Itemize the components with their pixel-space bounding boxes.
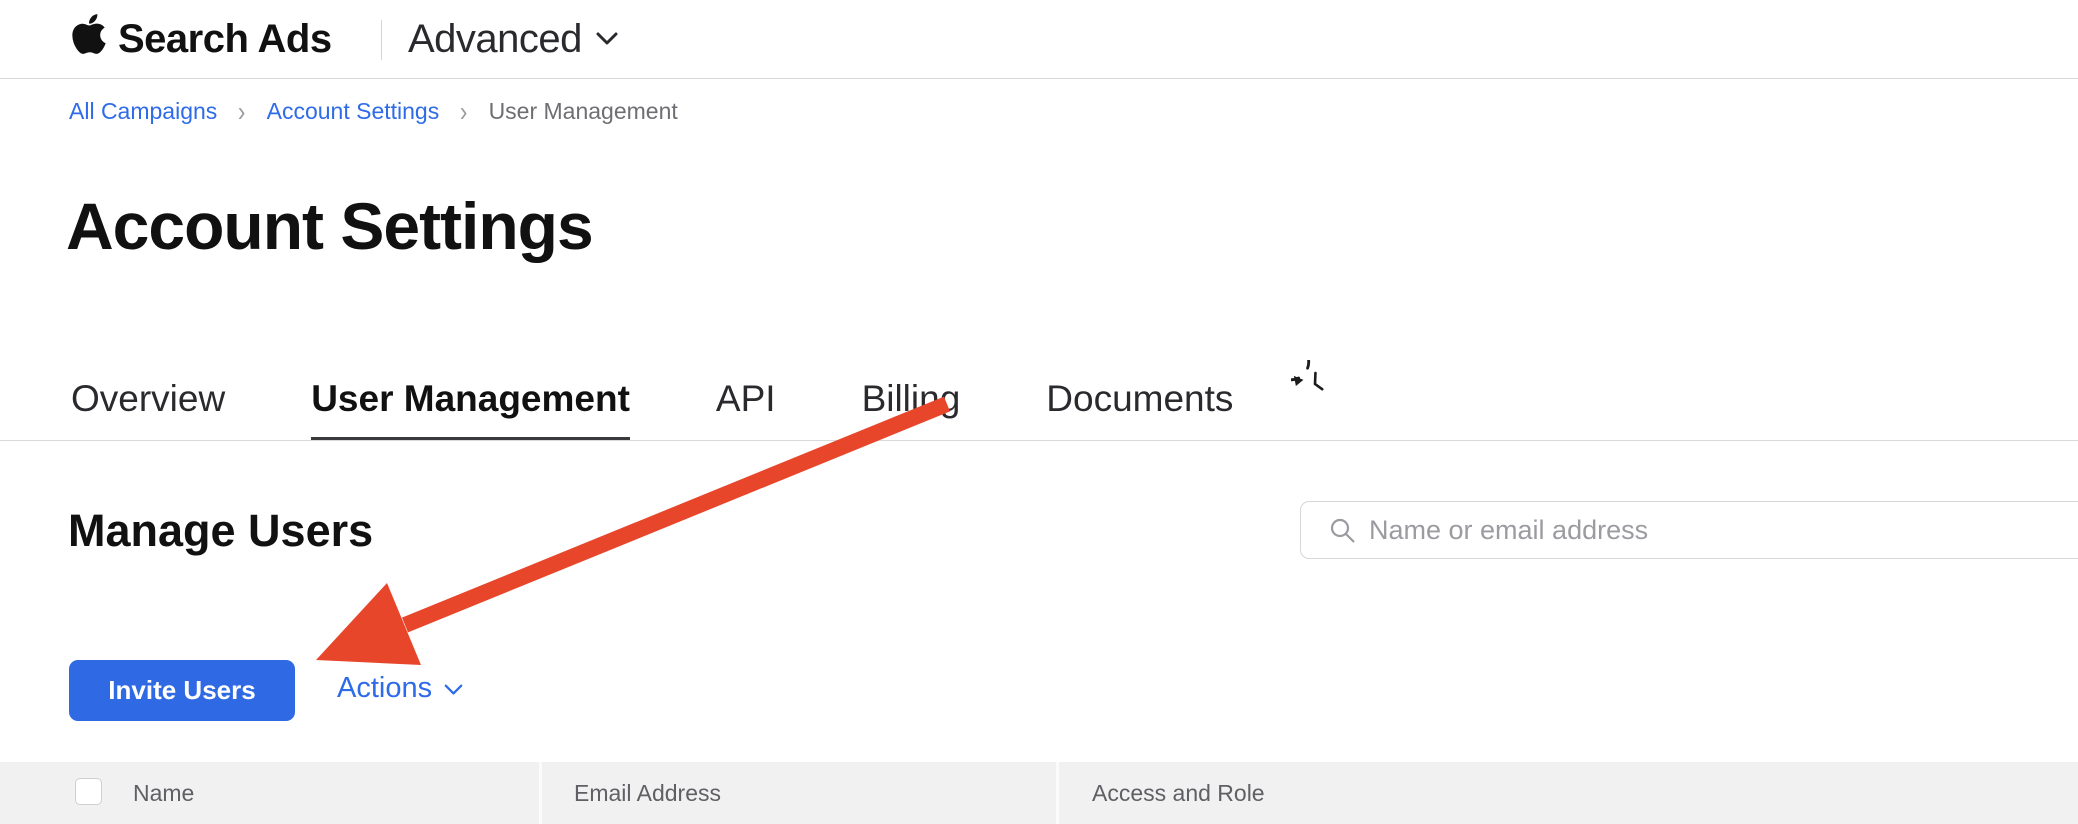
tab-bar: Overview User Management API Billing Doc… (71, 358, 1233, 440)
breadcrumb-account-settings[interactable]: Account Settings (267, 98, 440, 125)
actions-dropdown[interactable]: Actions (337, 668, 463, 708)
column-header-name: Name (133, 762, 194, 824)
product-label: Advanced (408, 17, 582, 62)
search-box (1300, 501, 2078, 559)
product-switcher[interactable]: Advanced (408, 0, 618, 78)
table-header: Name Email Address Access and Role (0, 762, 2078, 824)
column-divider (1056, 762, 1059, 824)
tab-billing[interactable]: Billing (862, 358, 961, 440)
tabs-bottom-border (0, 440, 2078, 441)
tab-api[interactable]: API (716, 358, 776, 440)
chevron-down-icon (444, 684, 463, 696)
chevron-down-icon (596, 32, 618, 46)
breadcrumb-current-page: User Management (489, 98, 678, 125)
top-bar: Search Ads Advanced (0, 0, 2078, 79)
column-header-email: Email Address (574, 762, 721, 824)
history-icon[interactable] (1291, 360, 1339, 408)
page-title: Account Settings (66, 188, 593, 264)
header-divider (381, 20, 382, 60)
tab-overview[interactable]: Overview (71, 358, 225, 440)
section-title: Manage Users (68, 505, 373, 557)
column-header-access-role: Access and Role (1092, 762, 1265, 824)
actions-label: Actions (337, 672, 432, 705)
breadcrumb: All Campaigns › Account Settings › User … (69, 98, 678, 125)
breadcrumb-separator: › (460, 100, 467, 123)
brand-title: Search Ads (118, 0, 332, 78)
column-divider (539, 762, 542, 824)
search-input[interactable] (1369, 502, 2078, 558)
breadcrumb-all-campaigns[interactable]: All Campaigns (69, 98, 217, 125)
apple-logo-icon (72, 11, 106, 57)
breadcrumb-separator: › (238, 100, 245, 123)
page: { "header": { "brand": "Search Ads", "pr… (0, 0, 2078, 824)
tab-user-management[interactable]: User Management (311, 358, 630, 440)
search-icon (1329, 517, 1357, 545)
invite-users-button[interactable]: Invite Users (69, 660, 295, 721)
select-all-checkbox[interactable] (75, 778, 102, 805)
tab-documents[interactable]: Documents (1046, 358, 1233, 440)
